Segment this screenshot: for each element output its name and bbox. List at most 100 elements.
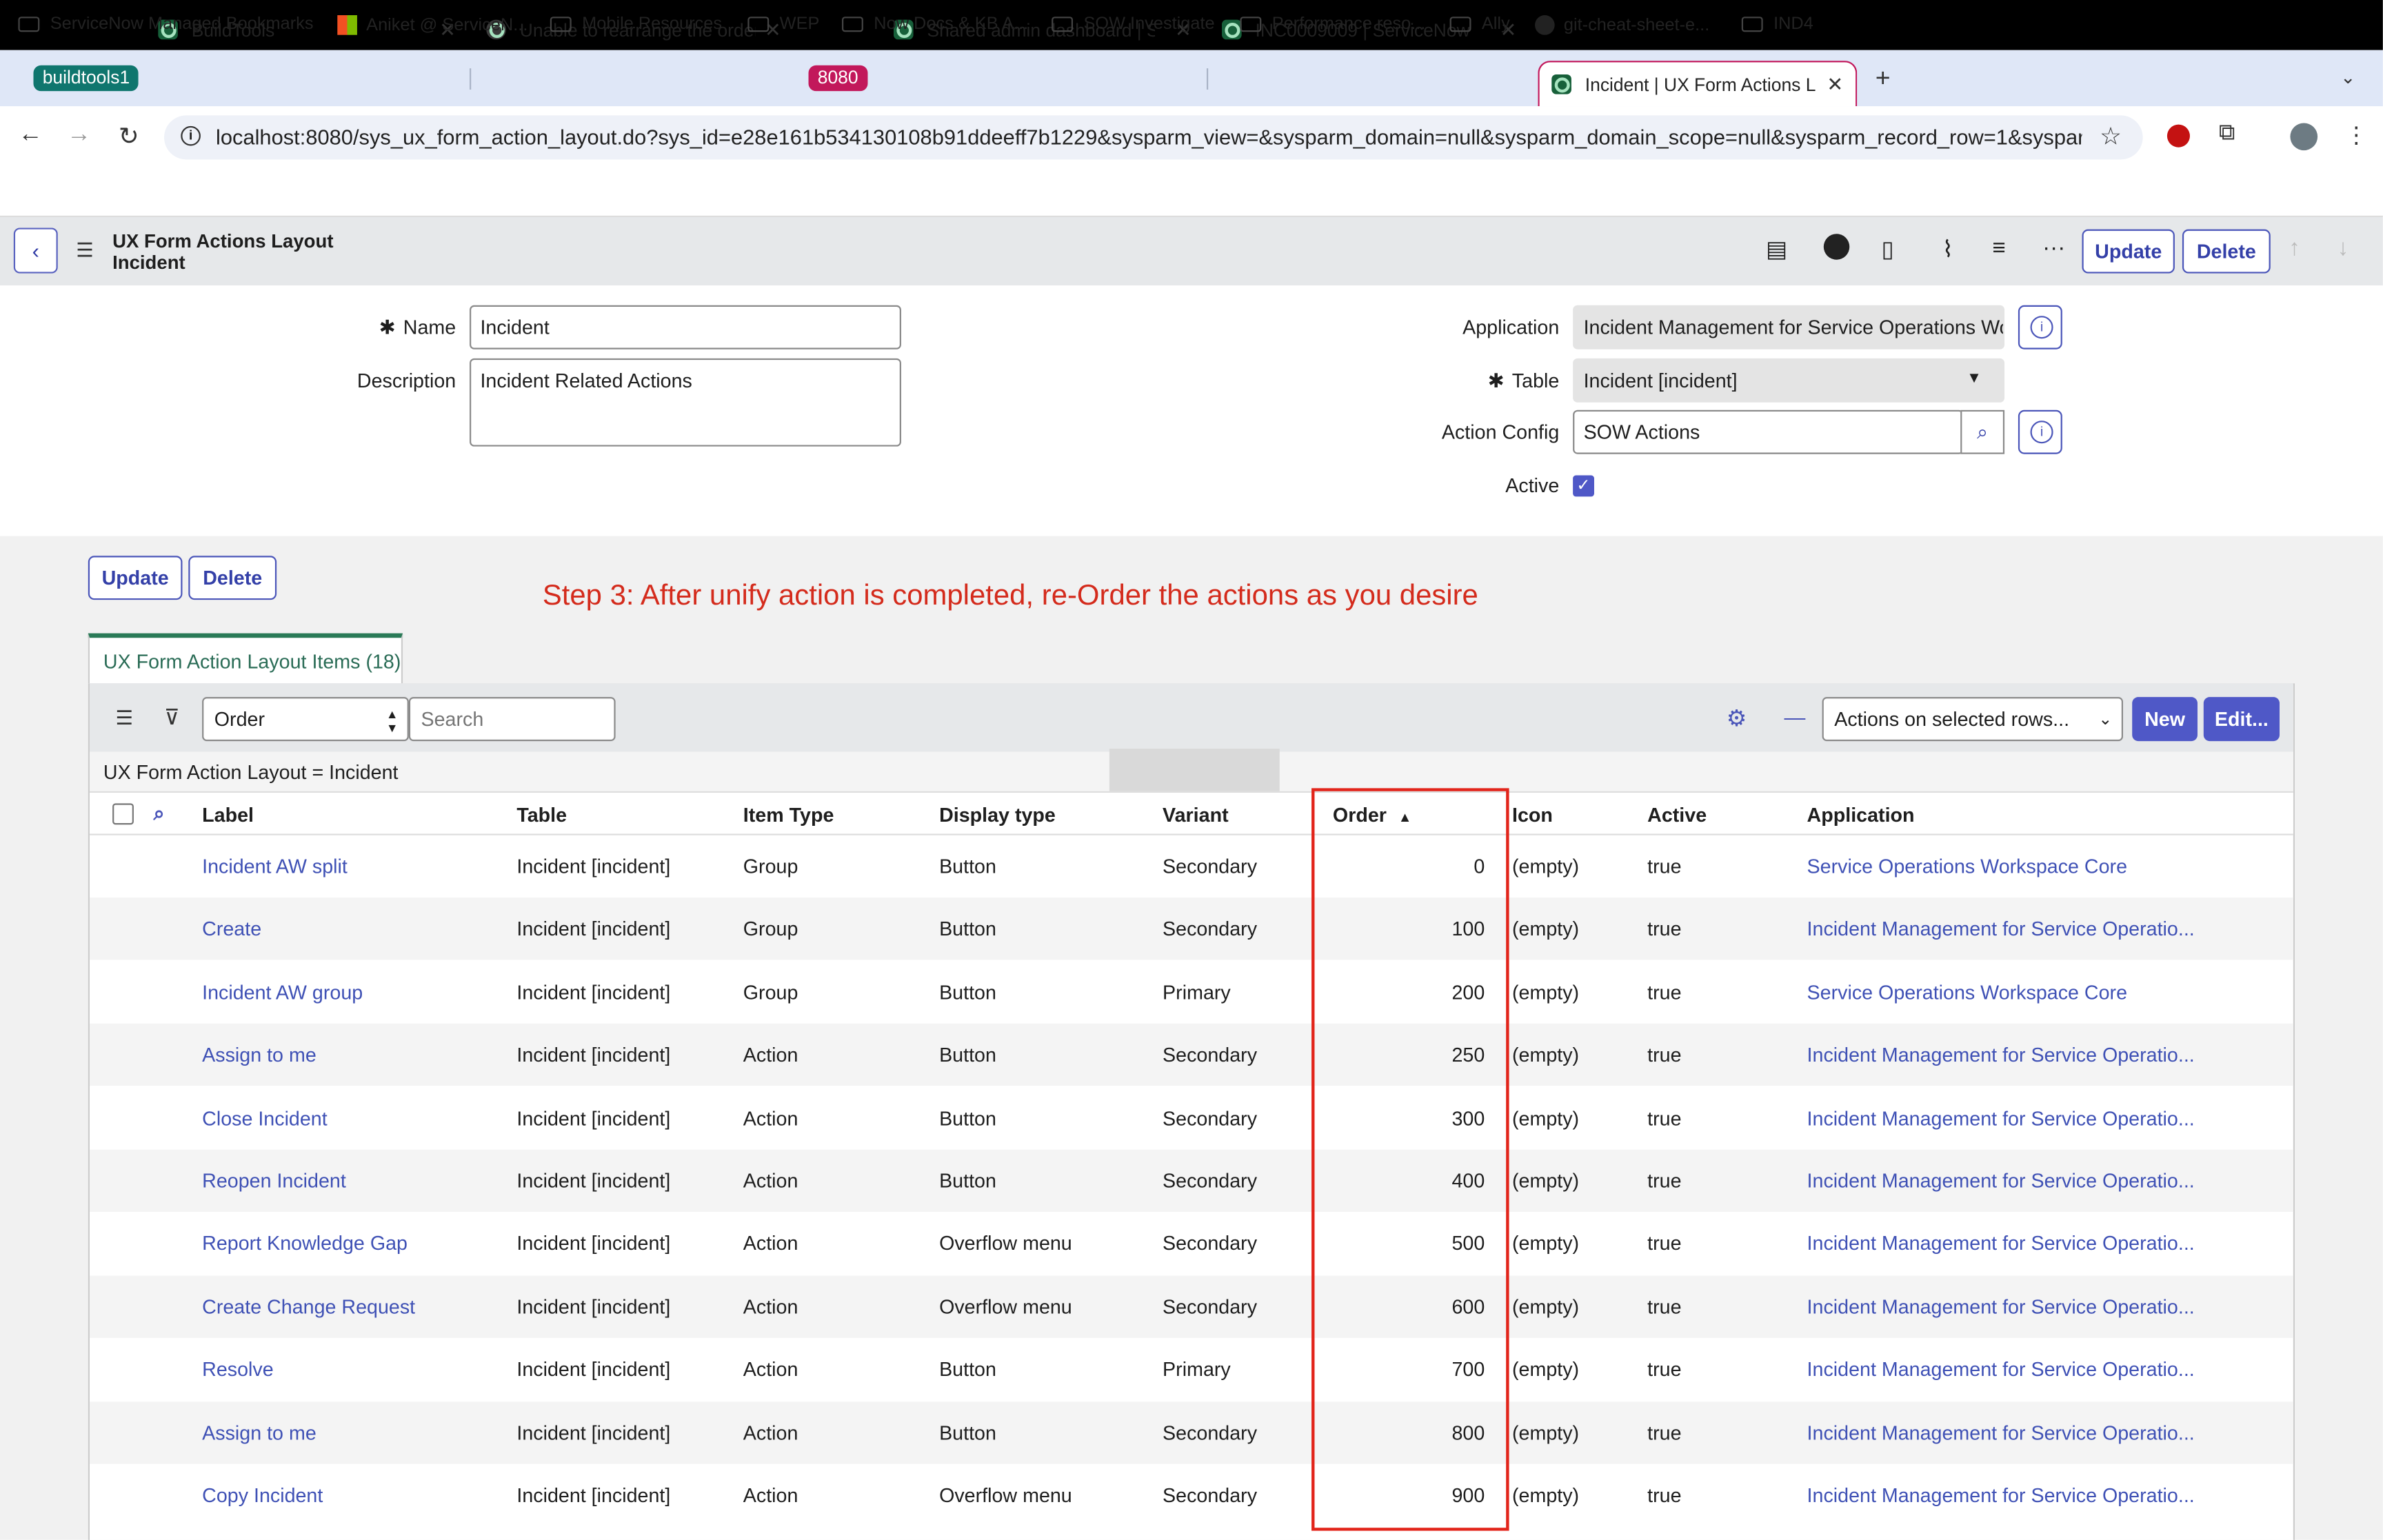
browser-menu-icon[interactable]: ⋮ <box>2345 121 2368 148</box>
comment-icon[interactable]: ▤ <box>1766 235 1787 263</box>
tab-search-icon[interactable]: ⌄ <box>2340 67 2355 88</box>
edit-button[interactable]: Edit... <box>2203 697 2280 742</box>
header-update-button[interactable]: Update <box>2082 229 2175 274</box>
related-list-tab[interactable]: UX Form Action Layout Items (18) <box>88 633 403 684</box>
table-select[interactable]: Incident [incident] ▼ <box>1573 358 2005 403</box>
cell-application[interactable]: Service Operations Workspace Core <box>1807 855 2127 878</box>
cell-application[interactable]: Incident Management for Service Operatio… <box>1807 1169 2195 1192</box>
hamburger-icon[interactable]: ☰ <box>76 239 94 263</box>
cell-label[interactable]: Incident AW group <box>202 981 363 1004</box>
paperclip-icon[interactable]: ⌇ <box>1942 235 1953 263</box>
cell-label[interactable]: Resolve <box>202 1358 274 1381</box>
cell-application[interactable]: Incident Management for Service Operatio… <box>1807 1232 2195 1255</box>
cell-application[interactable]: Incident Management for Service Operatio… <box>1807 1421 2195 1443</box>
cell-label[interactable]: Create <box>202 918 261 940</box>
bookmark-item[interactable]: IND4 <box>1741 15 1813 33</box>
header-delete-button[interactable]: Delete <box>2182 229 2271 274</box>
cell-application[interactable]: Incident Management for Service Operatio… <box>1807 918 2195 940</box>
extensions-puzzle-icon[interactable]: ⧉ <box>2219 120 2235 145</box>
table-row[interactable]: Close Incident Incident [incident] Action B… <box>90 1086 2293 1148</box>
back-button[interactable]: ‹ <box>13 227 58 274</box>
active-checkbox[interactable]: ✓ <box>1573 475 1594 497</box>
previous-record-icon[interactable]: ↑ <box>2289 235 2300 261</box>
list-search-input[interactable] <box>408 697 616 742</box>
site-info-icon[interactable]: i <box>181 125 201 146</box>
table-row[interactable]: Create Change Request Incident [incident]… <box>90 1275 2293 1338</box>
column-header-application[interactable]: Application <box>1807 803 1915 826</box>
table-row[interactable]: Reopen Incident Incident [incident] Action… <box>90 1149 2293 1212</box>
cell-label[interactable]: Report Knowledge Gap <box>202 1232 408 1255</box>
bookmark-item[interactable]: WEP <box>747 15 819 33</box>
cell-application[interactable]: Incident Management for Service Operatio… <box>1807 1106 2195 1129</box>
cell-label[interactable]: Assign to me <box>202 1421 316 1443</box>
gear-icon[interactable]: ⚙ <box>1727 705 1747 731</box>
filter-icon[interactable]: ⊽ <box>164 705 180 730</box>
description-field[interactable]: Incident Related Actions <box>470 358 901 447</box>
new-button[interactable]: New <box>2132 697 2198 742</box>
cell-application[interactable]: Incident Management for Service Operatio… <box>1807 1295 2195 1318</box>
column-header-display-type[interactable]: Display type <box>939 803 1056 826</box>
table-row[interactable]: Incident AW split Incident [incident] Grou… <box>90 835 2293 898</box>
search-field-select[interactable]: Order ▲ ▼ <box>202 697 409 742</box>
column-header-variant[interactable]: Variant <box>1163 803 1229 826</box>
cell-application[interactable]: Incident Management for Service Operatio… <box>1807 1358 2195 1381</box>
action-config-info-button[interactable] <box>2018 409 2062 454</box>
back-arrow-icon[interactable]: ← <box>18 121 42 149</box>
form-delete-button[interactable]: Delete <box>188 556 277 600</box>
lookup-search-icon[interactable]: ⌕ <box>1960 409 2005 454</box>
forward-arrow-icon[interactable]: → <box>67 121 91 149</box>
table-row[interactable]: Copy Incident Incident [incident] Action Ov… <box>90 1464 2293 1526</box>
actions-select[interactable]: Actions on selected rows... ⌄ <box>1822 697 2123 742</box>
cell-application[interactable]: Incident Management for Service Operatio… <box>1807 1483 2195 1506</box>
table-row[interactable]: Resolve Incident [incident] Action Button Pr… <box>90 1338 2293 1400</box>
name-field[interactable]: Incident <box>470 305 901 349</box>
bookmark-star-icon[interactable]: ☆ <box>2100 121 2122 152</box>
list-menu-icon[interactable]: ☰ <box>116 706 134 730</box>
column-header-active[interactable]: Active <box>1647 803 1707 826</box>
select-all-checkbox[interactable] <box>112 803 134 825</box>
action-config-field[interactable]: SOW Actions <box>1573 409 1964 454</box>
cell-label[interactable]: Create Change Request <box>202 1295 415 1318</box>
bookmark-item[interactable]: Aniket @ ServiceN... <box>337 15 527 35</box>
application-info-button[interactable] <box>2018 305 2062 349</box>
collapse-icon[interactable]: — <box>1784 705 1805 729</box>
bookmark-item[interactable]: Ally <box>1449 15 1510 33</box>
table-row[interactable]: Assign to me Incident [incident] Action But… <box>90 1401 2293 1463</box>
bookmark-item[interactable]: ServiceNow Managed Bookmarks <box>18 15 314 33</box>
cell-label[interactable]: Reopen Incident <box>202 1169 346 1192</box>
bookmark-item[interactable]: SOW Investigate <box>1052 15 1215 33</box>
browser-tab-active[interactable]: Incident | UX Form Actions La ✕ <box>1538 61 1858 107</box>
table-row[interactable]: Assign to me Incident [incident] Action But… <box>90 1024 2293 1086</box>
bookmark-item[interactable]: Mobile Resources <box>550 15 722 33</box>
cell-application[interactable]: Service Operations Workspace Core <box>1807 981 2127 1004</box>
bookmark-item[interactable]: Performance reso... <box>1240 15 1425 33</box>
next-record-icon[interactable]: ↓ <box>2337 235 2349 261</box>
cell-application[interactable]: Incident Management for Service Operatio… <box>1807 1044 2195 1066</box>
cell-label[interactable]: Incident AW split <box>202 855 348 878</box>
table-row[interactable]: Create Incident [incident] Group Button Seco… <box>90 898 2293 961</box>
column-header-item-type[interactable]: Item Type <box>743 803 834 826</box>
table-row[interactable]: Report Knowledge Gap Incident [incident] A… <box>90 1213 2293 1275</box>
new-tab-icon[interactable]: + <box>1876 64 1891 94</box>
column-search-icon[interactable]: ⌕ <box>154 802 165 826</box>
extension-icon[interactable] <box>2166 124 2190 148</box>
cell-label[interactable]: Assign to me <box>202 1044 316 1066</box>
reload-icon[interactable]: ↻ <box>119 121 139 152</box>
more-icon[interactable]: ··· <box>2042 235 2065 261</box>
profile-avatar[interactable] <box>2290 123 2318 151</box>
form-update-button[interactable]: Update <box>88 556 183 600</box>
column-header-icon[interactable]: Icon <box>1512 803 1553 826</box>
tab-group-label[interactable]: 8080 <box>808 65 867 92</box>
cell-label[interactable]: Copy Incident <box>202 1483 323 1506</box>
settings-sliders-icon[interactable]: ≡ <box>1992 235 2005 261</box>
bookmark-item[interactable]: Now Docs & KB A... <box>842 15 1028 33</box>
close-icon[interactable]: ✕ <box>1827 72 1843 97</box>
bookmark-item[interactable]: git-cheat-sheet-e... <box>1535 15 1709 35</box>
cell-label[interactable]: Close Incident <box>202 1106 328 1129</box>
table-row[interactable]: Incident AW group Incident [incident] Grou… <box>90 961 2293 1023</box>
github-icon[interactable] <box>1823 234 1850 260</box>
column-header-label[interactable]: Label <box>202 803 254 826</box>
tab-group-label[interactable]: buildtools1 <box>33 65 139 92</box>
column-header-table[interactable]: Table <box>516 803 567 826</box>
xml-document-icon[interactable]: ▯ <box>1882 235 1894 263</box>
